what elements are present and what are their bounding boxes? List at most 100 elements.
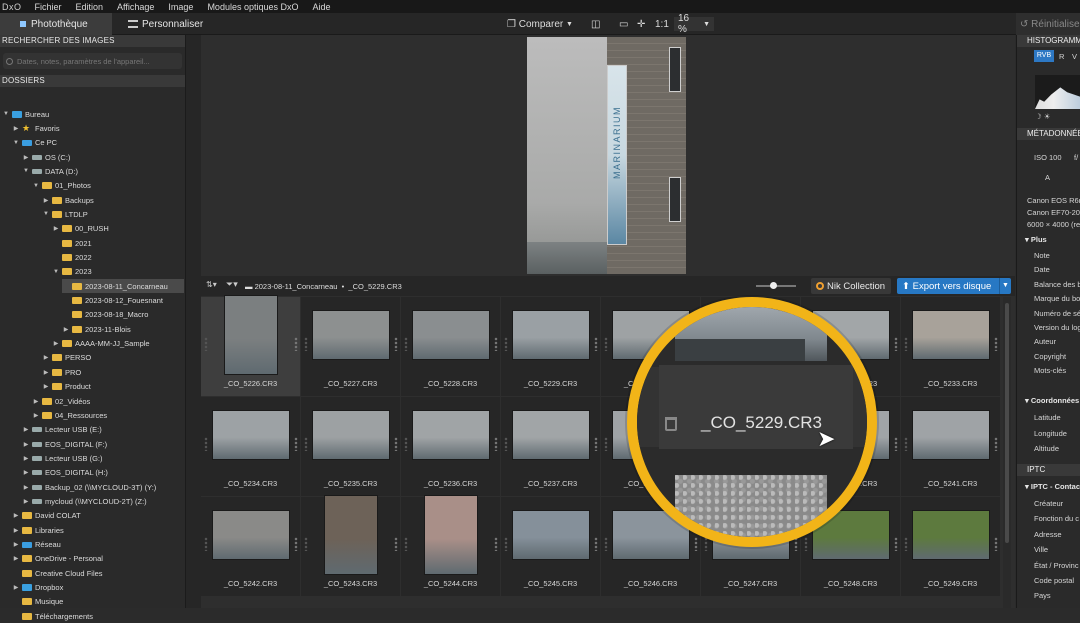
chevron-right-icon[interactable]: ▶ [22,441,30,448]
thumbnail-image[interactable] [424,496,477,574]
zoom-select[interactable]: 16 % ▼ [674,13,714,35]
menu-modules[interactable]: Modules optiques DxO [200,2,305,12]
drag-handle-icon[interactable] [294,437,298,451]
menu-affichage[interactable]: Affichage [110,2,161,12]
tree-item[interactable]: ▼ Ce PC [12,136,184,150]
chevron-down-icon[interactable]: ▼ [999,278,1011,294]
trash-icon[interactable] [665,417,677,431]
tree-item[interactable]: ▶ Libraries [12,523,184,537]
tab-personnaliser[interactable]: Personnaliser [126,13,226,35]
thumbnail-cell[interactable]: _CO_5226.CR3 [201,296,300,396]
slider-knob[interactable] [770,282,777,289]
menu-aide[interactable]: Aide [305,2,337,12]
nik-collection-button[interactable]: Nik Collection [811,278,891,294]
moon-icon[interactable]: ☽ ☀ [1035,112,1051,121]
drag-handle-icon[interactable] [494,537,498,551]
chevron-right-icon[interactable]: ▶ [12,125,20,132]
chevron-down-icon[interactable]: ▼ [32,183,40,189]
ratio-button[interactable]: 1:1 [655,17,669,31]
chevron-right-icon[interactable]: ▶ [42,383,50,390]
rvb-button[interactable]: RVB [1034,50,1054,62]
chevron-right-icon[interactable]: ▶ [22,469,30,476]
tree-item[interactable]: ▶ OS (C:) [22,150,184,164]
tree-item[interactable]: ▶ PRO [42,365,184,379]
thumbnail-size-slider[interactable] [756,282,796,289]
tree-item[interactable]: ▶ David COLAT [12,509,184,523]
thumbnail-cell[interactable]: _CO_5229.CR3 [501,297,600,396]
thumbnail-image[interactable] [512,511,589,559]
tree-item[interactable]: ▼ 01_Photos [32,179,184,193]
thumbnail-image[interactable] [212,511,289,559]
tree-item[interactable]: ▶ Dropbox [12,581,184,595]
chevron-right-icon[interactable]: ▶ [12,541,20,548]
drag-handle-icon[interactable] [494,337,498,351]
tree-item[interactable]: ▼ DATA (D:) [22,164,184,178]
thumbnail-cell[interactable]: _CO_5242.CR3 [201,497,300,596]
breadcrumb-folder[interactable]: 2023-08-11_Concarneau [255,282,338,291]
drag-handle-icon[interactable] [994,537,998,551]
coords-section[interactable]: ▾ Coordonnées [1025,396,1079,405]
thumbnail-image[interactable] [912,411,989,459]
tree-item[interactable]: ▶ 04_Ressources [32,408,184,422]
chevron-right-icon[interactable]: ▶ [12,584,20,591]
thumbnail-cell[interactable]: _CO_5234.CR3 [201,397,300,496]
thumbnail-image[interactable] [412,411,489,459]
tree-item[interactable]: ▶ Réseau [12,538,184,552]
thumbnail-image[interactable] [224,296,277,374]
tree-item[interactable]: ▶ Lecteur USB (E:) [22,423,184,437]
drag-handle-icon[interactable] [894,537,898,551]
tree-item[interactable]: Musique [12,595,184,609]
chevron-right-icon[interactable]: ▶ [22,455,30,462]
chevron-right-icon[interactable]: ▶ [22,154,30,161]
menu-image[interactable]: Image [161,2,200,12]
compare-button[interactable]: ❐ Comparer ▼ [507,17,573,31]
drag-handle-icon[interactable] [294,537,298,551]
tree-item[interactable]: ▶ 00_RUSH [52,222,184,236]
thumbnail-cell[interactable]: _CO_5241.CR3 [901,397,1000,496]
chevron-right-icon[interactable]: ▶ [32,412,40,419]
iptc-contact-section[interactable]: ▾ IPTC - Contac [1025,482,1080,491]
thumbnail-image[interactable] [212,411,289,459]
thumbnail-image[interactable] [312,411,389,459]
chevron-right-icon[interactable]: ▶ [22,498,30,505]
chevron-right-icon[interactable]: ▶ [52,340,60,347]
tree-item[interactable]: ▶ mycloud (\\MYCLOUD-2T) (Z:) [22,494,184,508]
drag-handle-icon[interactable] [494,437,498,451]
sort-icon[interactable]: ⇅▾ [206,280,217,289]
tree-item[interactable]: 2023-08-11_Concarneau [62,279,184,294]
r-channel-button[interactable]: R [1059,52,1064,61]
tree-item[interactable]: ▼ LTDLP [42,207,184,221]
plus-section[interactable]: ▾ Plus [1025,235,1047,244]
drag-handle-icon[interactable] [594,437,598,451]
chevron-right-icon[interactable]: ▶ [22,484,30,491]
chevron-right-icon[interactable]: ▶ [52,225,60,232]
drag-handle-icon[interactable] [894,437,898,451]
thumbnail-image[interactable] [412,311,489,359]
thumbnail-cell[interactable]: _CO_5245.CR3 [501,497,600,596]
drag-handle-icon[interactable] [394,337,398,351]
thumbnail-cell[interactable]: _CO_5244.CR3 [401,496,500,596]
thumbnail-image[interactable] [912,311,989,359]
thumbnail-image[interactable] [912,511,989,559]
thumbnail-cell[interactable]: _CO_5237.CR3 [501,397,600,496]
scrollbar-thumb[interactable] [1005,303,1009,543]
chevron-down-icon[interactable]: ▼ [2,111,10,117]
thumbnail-image[interactable] [512,311,589,359]
tree-item[interactable]: ▶ PERSO [42,351,184,365]
tree-item[interactable]: ▶ OneDrive - Personal [12,552,184,566]
tree-item[interactable]: ▼ 2023 [52,265,184,279]
chevron-right-icon[interactable]: ▶ [42,354,50,361]
drag-handle-icon[interactable] [994,337,998,351]
crop-button[interactable]: ▭ [619,17,628,31]
thumbnail-image[interactable] [312,311,389,359]
tree-item[interactable]: ▶ Product [42,380,184,394]
tree-item[interactable]: 2023-08-18_Macro [62,308,184,322]
export-button[interactable]: ⬆ Export vers disque ▼ [897,278,1011,294]
tree-item[interactable]: ▶ 2023-11-Blois [62,322,184,336]
drag-handle-icon[interactable] [294,337,298,351]
thumbnail-cell[interactable]: _CO_5236.CR3 [401,397,500,496]
tree-item[interactable]: ▶ 02_Vidéos [32,394,184,408]
menu-edition[interactable]: Edition [69,2,111,12]
thumbnail-cell[interactable]: _CO_5228.CR3 [401,297,500,396]
chevron-right-icon[interactable]: ▶ [22,426,30,433]
